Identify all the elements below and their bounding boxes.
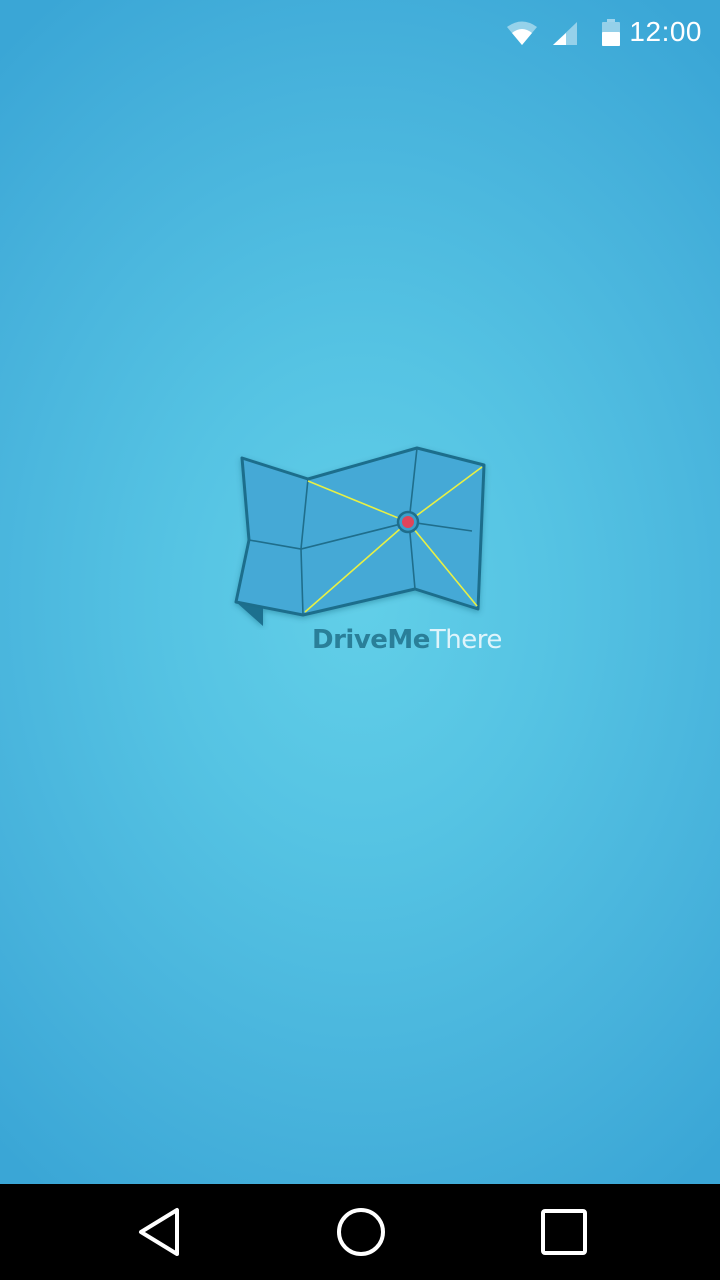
app-name: DriveMeThere bbox=[312, 624, 502, 655]
app-name-primary: DriveMe bbox=[312, 625, 430, 655]
splash-screen: 12:00 DriveMeThere bbox=[0, 0, 720, 1280]
app-logo: DriveMeThere bbox=[228, 440, 502, 670]
cellular-signal-icon bbox=[552, 22, 578, 51]
folded-map-icon bbox=[234, 446, 486, 626]
status-bar: 12:00 bbox=[0, 0, 720, 68]
wifi-icon bbox=[506, 20, 538, 51]
recents-icon bbox=[541, 1209, 587, 1255]
recents-button[interactable] bbox=[534, 1202, 594, 1262]
back-button[interactable] bbox=[130, 1202, 190, 1262]
home-icon bbox=[337, 1208, 385, 1256]
navigation-bar bbox=[0, 1184, 720, 1280]
back-icon bbox=[139, 1208, 179, 1256]
status-time: 12:00 bbox=[629, 16, 702, 47]
home-button[interactable] bbox=[331, 1202, 391, 1262]
app-name-secondary: There bbox=[429, 625, 502, 655]
battery-icon bbox=[601, 19, 621, 52]
